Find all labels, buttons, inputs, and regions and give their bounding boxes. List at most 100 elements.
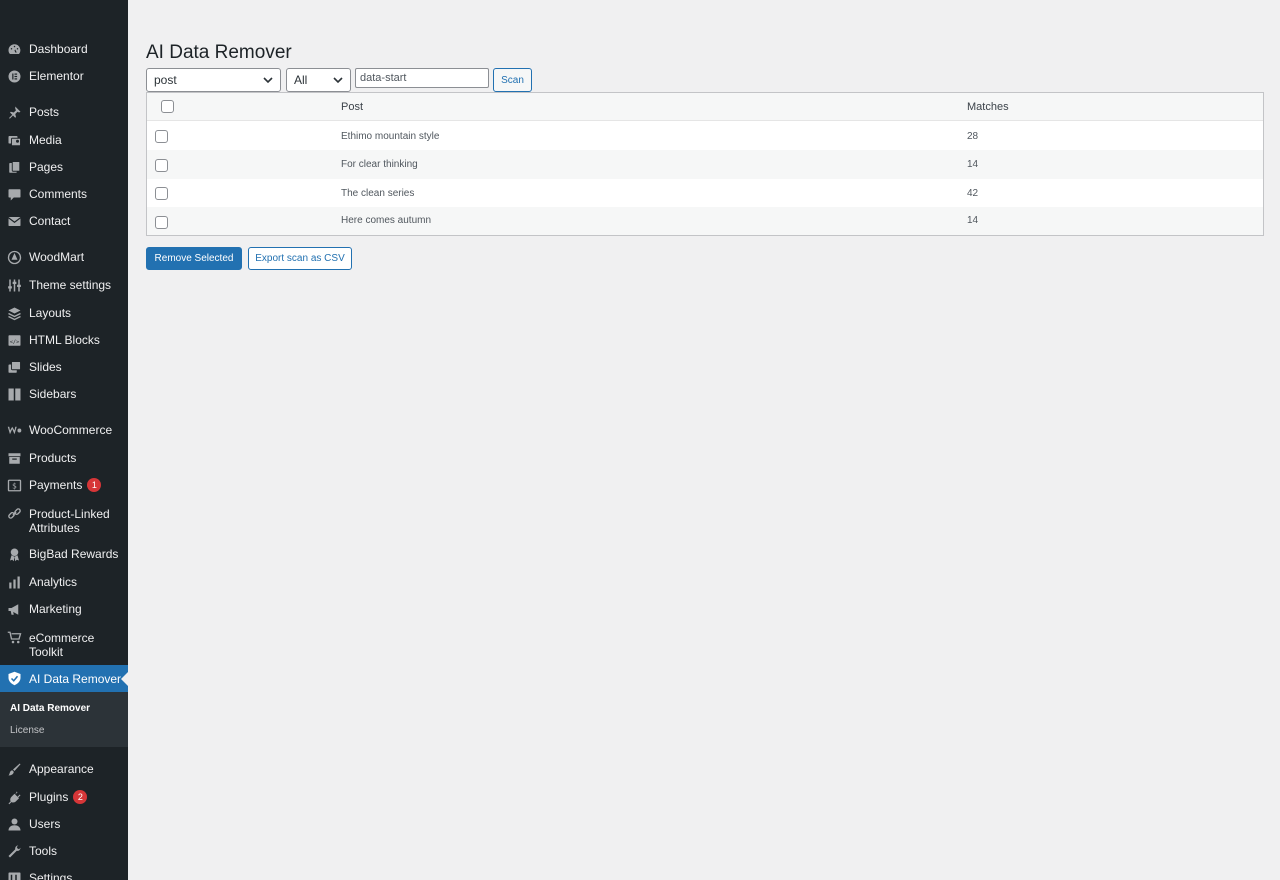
sidebar-item-layouts[interactable]: Layouts — [0, 304, 128, 322]
sidebar-item-dashboard[interactable]: Dashboard — [0, 40, 128, 58]
sidebar-item-label: WoodMart — [29, 250, 85, 264]
page-title: AI Data Remover — [146, 42, 292, 63]
sidebar-submenu: AI Data Remover License — [0, 692, 128, 747]
slides-icon — [6, 359, 22, 375]
pin-icon — [6, 104, 22, 120]
svg-text:$: $ — [12, 481, 17, 490]
megaphone-icon — [6, 601, 22, 617]
scan-button[interactable]: Scan — [493, 68, 532, 92]
sidebar-item-label: Dashboard — [29, 42, 88, 56]
sidebar-item-pages[interactable]: Pages — [0, 158, 128, 176]
sidebar-item-label: Marketing — [29, 602, 82, 616]
filter-select[interactable]: All — [286, 68, 351, 92]
submenu-item-ai-data-remover[interactable]: AI Data Remover — [10, 703, 90, 714]
sidebar-item-label: Comments — [29, 187, 88, 201]
row-checkbox[interactable] — [155, 159, 168, 172]
sidebar-item-html-blocks[interactable]: </> HTML Blocks — [0, 331, 128, 349]
table-row: The clean series 42 — [147, 179, 1263, 207]
post-title: The clean series — [341, 188, 415, 199]
sidebar-item-ai-data-remover[interactable]: AI Data Remover — [0, 665, 128, 692]
column-header-matches: Matches — [967, 101, 1009, 113]
sidebar-item-label: AI Data Remover — [29, 671, 122, 686]
table-row: For clear thinking 14 — [147, 150, 1263, 179]
row-checkbox[interactable] — [155, 130, 168, 143]
sidebar-item-label: Layouts — [29, 306, 72, 320]
woodmart-icon — [6, 249, 22, 265]
sidebar-icon — [6, 386, 22, 402]
sidebar-item-media[interactable]: Media — [0, 131, 128, 149]
sidebar-item-products[interactable]: Products — [0, 449, 128, 467]
matches-count: 28 — [967, 131, 979, 142]
sidebar-item-ecommerce-toolkit[interactable]: eCommerce Toolkit — [0, 629, 128, 659]
sidebar-item-contact[interactable]: Contact — [0, 212, 128, 230]
post-title: Ethimo mountain style — [341, 131, 440, 142]
bar-chart-icon — [6, 574, 22, 590]
sidebar-item-settings[interactable]: Settings — [0, 869, 128, 880]
sidebar-item-label: Posts — [29, 105, 60, 119]
sidebar-item-label: Appearance — [29, 762, 94, 776]
sidebar-item-elementor[interactable]: Elementor — [0, 67, 128, 85]
sidebar-item-users[interactable]: Users — [0, 815, 128, 833]
matches-count: 14 — [967, 215, 979, 226]
sidebar-item-label: BigBad Rewards — [29, 547, 119, 561]
media-icon — [6, 132, 22, 148]
sidebar-item-label: Tools — [29, 844, 58, 858]
table-header: Post Matches — [147, 93, 1263, 121]
remove-selected-button[interactable]: Remove Selected — [146, 247, 242, 270]
results-table: Post Matches Ethimo mountain style 28 Fo… — [146, 92, 1264, 236]
elementor-icon — [6, 68, 22, 84]
sidebar-item-label: Sidebars — [29, 387, 77, 401]
sidebar-item-label: eCommerce Toolkit — [29, 631, 95, 659]
plugin-icon — [6, 789, 22, 805]
post-title: For clear thinking — [341, 159, 418, 170]
column-header-post: Post — [341, 101, 364, 113]
pages-icon — [6, 159, 22, 175]
sidebar-item-product-linked-attributes[interactable]: Product-Linked Attributes — [0, 505, 128, 535]
svg-text:</>: </> — [9, 339, 18, 345]
post-title: Here comes autumn — [341, 215, 432, 226]
sidebar-item-plugins[interactable]: Plugins 2 — [0, 788, 128, 806]
archive-icon — [6, 450, 22, 466]
search-input[interactable] — [355, 68, 489, 88]
dashboard-icon — [6, 41, 22, 57]
sidebar-item-appearance[interactable]: Appearance — [0, 760, 128, 778]
sidebar-item-posts[interactable]: Posts — [0, 103, 128, 121]
row-checkbox[interactable] — [155, 216, 168, 229]
sidebar-item-woodmart[interactable]: WoodMart — [0, 248, 128, 266]
admin-sidebar: Dashboard Elementor Posts Media Pages Co… — [0, 0, 128, 880]
sidebar-item-label: Theme settings — [29, 278, 112, 292]
submenu-item-license[interactable]: License — [10, 725, 44, 736]
sidebar-item-theme-settings[interactable]: Theme settings — [0, 276, 128, 294]
post-type-select-value: post — [154, 73, 177, 87]
matches-count: 14 — [967, 159, 979, 170]
user-icon — [6, 816, 22, 832]
sidebar-item-sidebars[interactable]: Sidebars — [0, 385, 128, 403]
sidebar-item-comments[interactable]: Comments — [0, 185, 128, 203]
row-checkbox[interactable] — [155, 187, 168, 200]
export-csv-button[interactable]: Export scan as CSV — [248, 247, 352, 270]
sidebar-item-label: HTML Blocks — [29, 333, 100, 347]
chevron-down-icon — [263, 77, 273, 84]
sidebar-item-woocommerce[interactable]: WooCommerce — [0, 421, 128, 439]
select-all-checkbox[interactable] — [161, 100, 174, 113]
post-type-select[interactable]: post — [146, 68, 281, 92]
sidebar-item-analytics[interactable]: Analytics — [0, 573, 128, 591]
woo-icon — [6, 422, 22, 438]
sidebar-item-label: Elementor — [29, 69, 84, 83]
sidebar-item-slides[interactable]: Slides — [0, 358, 128, 376]
sidebar-item-bigbad-rewards[interactable]: BigBad Rewards — [0, 545, 128, 563]
sidebar-item-label: Contact — [29, 214, 71, 228]
mail-icon — [6, 213, 22, 229]
shield-icon — [6, 671, 22, 687]
sidebar-item-payments[interactable]: $ Payments 1 — [0, 476, 128, 494]
sidebar-item-label: Media — [29, 133, 62, 147]
sidebar-item-tools[interactable]: Tools — [0, 842, 128, 860]
sidebar-item-label: Users — [29, 817, 61, 831]
payments-badge: 1 — [87, 478, 102, 492]
sidebar-item-label: Product-Linked Attributes — [29, 507, 110, 535]
sidebar-item-label: Settings — [29, 871, 73, 880]
sliders-icon — [6, 277, 22, 293]
sidebar-item-label: Analytics — [29, 575, 78, 589]
layers-icon — [6, 305, 22, 321]
sidebar-item-marketing[interactable]: Marketing — [0, 600, 128, 618]
